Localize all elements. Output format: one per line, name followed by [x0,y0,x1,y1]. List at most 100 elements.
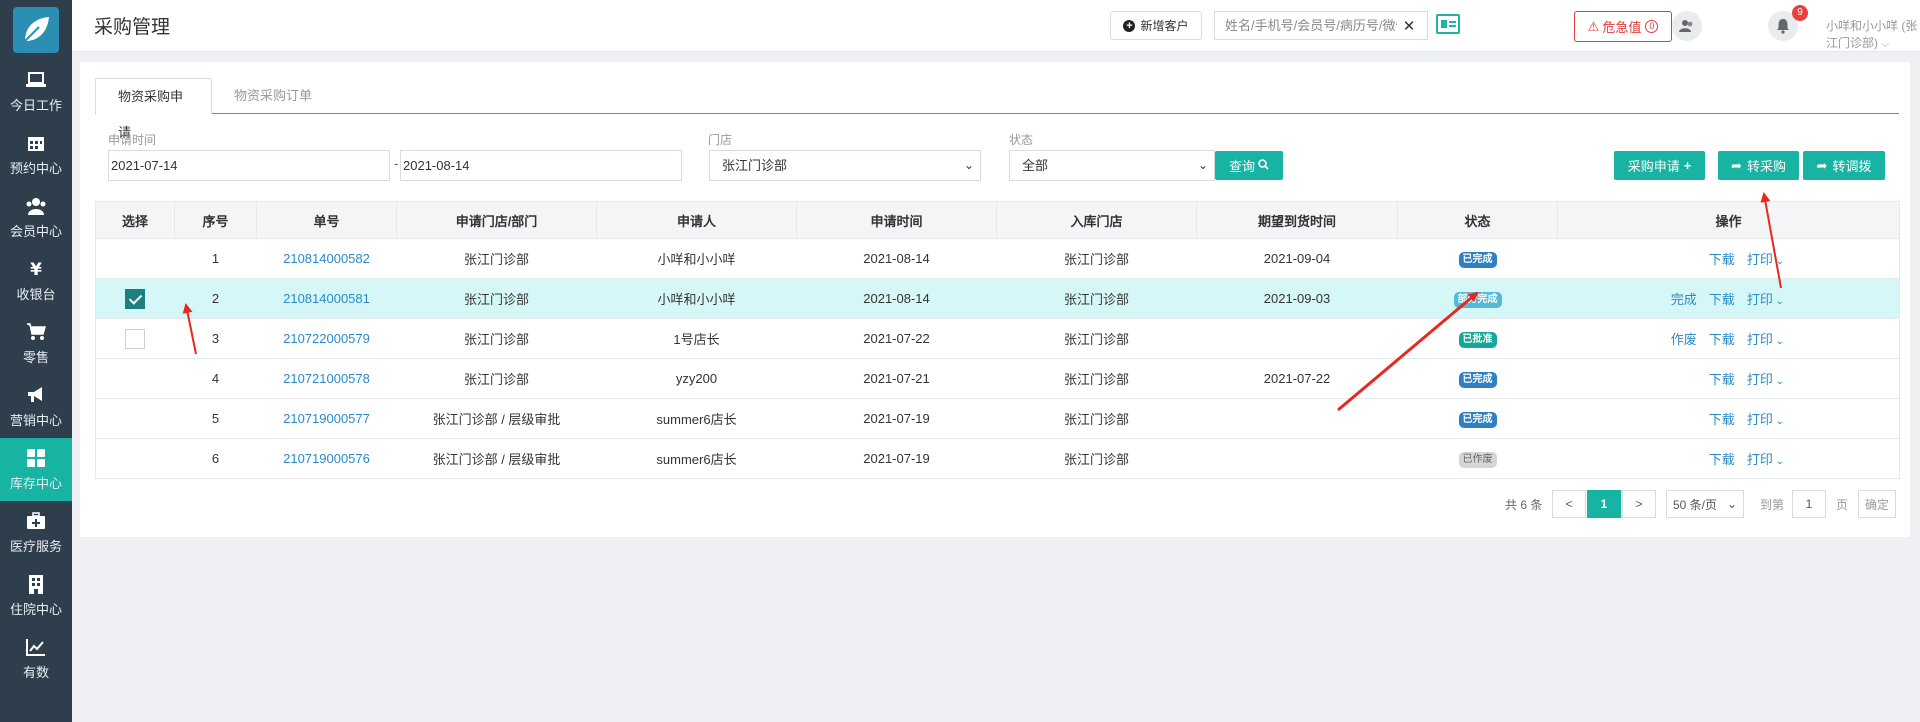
user-name: 小咩和小小咩 (张江门诊部) [1826,19,1918,50]
status-cell: 已完成 [1397,358,1558,399]
query-button[interactable]: 查询 [1215,151,1283,180]
store-select-value: 张江门诊部 [722,158,788,173]
download-link[interactable]: 下载 [1709,412,1735,427]
order-number-cell: 210814000581 [256,278,397,319]
to-transfer-button[interactable]: ➦ 转调拨 [1803,151,1885,180]
download-link[interactable]: 下载 [1709,372,1735,387]
date-to-input[interactable] [400,150,682,181]
next-page-button[interactable]: > [1622,490,1656,518]
void-link[interactable]: 作废 [1671,332,1697,347]
building-icon [25,573,47,595]
id-card-icon[interactable] [1436,14,1460,34]
sidebar-item-3[interactable]: ¥ 收银台 [0,249,72,312]
sidebar-item-label: 预约中心 [9,161,62,176]
complete-link[interactable]: 完成 [1671,292,1697,307]
table-row[interactable]: 3 210722000579 张江门诊部 1号店长 2021-07-22 张江门诊部 已批准… [95,318,1900,359]
apply-time-cell: 2021-08-14 [796,278,997,319]
prev-page-button[interactable]: < [1552,490,1586,518]
actions-cell: 下载 打印 ⌄ [1557,398,1900,439]
page-1-button[interactable]: 1 [1587,490,1621,518]
goto-confirm-button[interactable]: 确定 [1858,490,1896,518]
page-size-select[interactable]: 50 条/页 ⌄ [1666,490,1744,518]
status-cell: 部分完成 [1397,278,1558,319]
actions-cell: 下载 打印 ⌄ [1557,438,1900,479]
tab-purchase-order[interactable]: 物资采购订单 [212,78,334,115]
apply-time-cell: 2021-07-21 [796,358,997,399]
table-body: 1 210814000582 张江门诊部 小咩和小小咩 2021-08-14 张江门诊部 2… [95,238,1900,479]
print-dropdown[interactable]: 打印 ⌄ [1747,252,1784,267]
status-select[interactable]: 全部 ⌄ [1009,150,1215,181]
sidebar-item-7[interactable]: 医疗服务 [0,501,72,564]
download-link[interactable]: 下载 [1709,252,1735,267]
sidebar-item-label: 医疗服务 [9,539,62,554]
row-action-label: 作废 [1670,332,1697,347]
order-number-link[interactable]: 210719000577 [283,411,370,426]
row-checkbox[interactable] [125,328,146,349]
purchase-request-button[interactable]: 采购申请 + [1614,151,1705,180]
plus-circle-icon: + [1123,19,1136,32]
pagination-total: 共 6 条 [1505,490,1542,518]
download-link[interactable]: 下载 [1709,292,1735,307]
applicant-cell: 小咩和小小咩 [596,238,797,279]
print-dropdown[interactable]: 打印 ⌄ [1747,332,1784,347]
status-cell: 已完成 [1397,238,1558,279]
store-cell: 张江门诊部 [996,238,1197,279]
store-cell: 张江门诊部 [996,278,1197,319]
print-dropdown[interactable]: 打印 ⌄ [1747,292,1784,307]
print-dropdown[interactable]: 打印 ⌄ [1747,412,1784,427]
date-from-input[interactable] [108,150,390,181]
select-cell [95,438,175,479]
sidebar-item-0[interactable]: 今日工作 [0,60,72,123]
table-row[interactable]: 1 210814000582 张江门诊部 小咩和小小咩 2021-08-14 张江门诊部 2… [95,238,1900,279]
download-link[interactable]: 下载 [1709,452,1735,467]
sidebar: 今日工作预约中心会员中心 ¥ 收银台 零售 营销中心 库存中心医疗服务住院中心 有数 [0,0,72,722]
row-action-label: 打印 [1746,332,1773,347]
order-number-link[interactable]: 210814000581 [283,291,370,306]
to-purchase-button[interactable]: ➦ 转采购 [1718,151,1799,180]
row-checkbox[interactable] [125,288,146,309]
sidebar-item-4[interactable]: 零售 [0,312,72,375]
table-row[interactable]: 2 210814000581 张江门诊部 小咩和小小咩 2021-08-14 张江门诊部 2… [95,278,1900,319]
order-number-link[interactable]: 210814000582 [283,251,370,266]
table-row[interactable]: 4 210721000578 张江门诊部 yzy200 2021-07-21 张江门诊部 2… [95,358,1900,399]
sidebar-item-5[interactable]: 营销中心 [0,375,72,438]
store-select[interactable]: 张江门诊部 ⌄ [709,150,981,181]
apply-time-cell: 2021-07-22 [796,318,997,359]
table-row[interactable]: 6 210719000576 张江门诊部 / 层级审批 summer6店长 2021-0… [95,438,1900,479]
cart-icon [25,321,47,343]
goto-page-input[interactable] [1792,490,1826,518]
tab-purchase-request[interactable]: 物资采购申请 [95,78,212,140]
new-customer-button[interactable]: + 新增客户 [1110,11,1202,40]
index-cell: 2 [174,278,257,319]
global-search-input[interactable] [1215,12,1397,39]
sidebar-item-2[interactable]: 会员中心 [0,186,72,249]
app-logo[interactable] [0,0,72,60]
users-icon [25,195,47,217]
sidebar-item-6[interactable]: 库存中心 [0,438,72,501]
sidebar-item-1[interactable]: 预约中心 [0,123,72,186]
user-menu[interactable]: 小咩和小小咩 (张江门诊部) ⌵ [1826,17,1920,51]
sidebar-item-9[interactable]: 有数 [0,627,72,690]
sidebar-item-8[interactable]: 住院中心 [0,564,72,627]
status-select-value: 全部 [1022,158,1049,173]
clear-icon[interactable]: ✕ [1397,17,1421,35]
column-header: 单号 [256,201,397,239]
contacts-icon[interactable] [1672,11,1702,41]
order-number-link[interactable]: 210719000576 [283,451,370,466]
expected-date-cell [1196,398,1398,439]
row-action-label: 完成 [1670,292,1697,307]
megaphone-icon [25,384,47,406]
column-header: 选择 [95,201,175,239]
svg-text:¥: ¥ [30,260,42,278]
order-number-link[interactable]: 210721000578 [283,371,370,386]
table-row[interactable]: 5 210719000577 张江门诊部 / 层级审批 summer6店长 2021-0… [95,398,1900,439]
dept-cell: 张江门诊部 [396,318,597,359]
danger-value-button[interactable]: ⚠ 危急值 0 [1574,11,1672,42]
dept-cell: 张江门诊部 / 层级审批 [396,438,597,479]
order-number-cell: 210719000576 [256,438,397,479]
order-number-link[interactable]: 210722000579 [283,331,370,346]
print-dropdown[interactable]: 打印 ⌄ [1747,452,1784,467]
download-link[interactable]: 下载 [1709,332,1735,347]
print-dropdown[interactable]: 打印 ⌄ [1747,372,1784,387]
page-size-value: 50 条/页 [1673,497,1718,512]
